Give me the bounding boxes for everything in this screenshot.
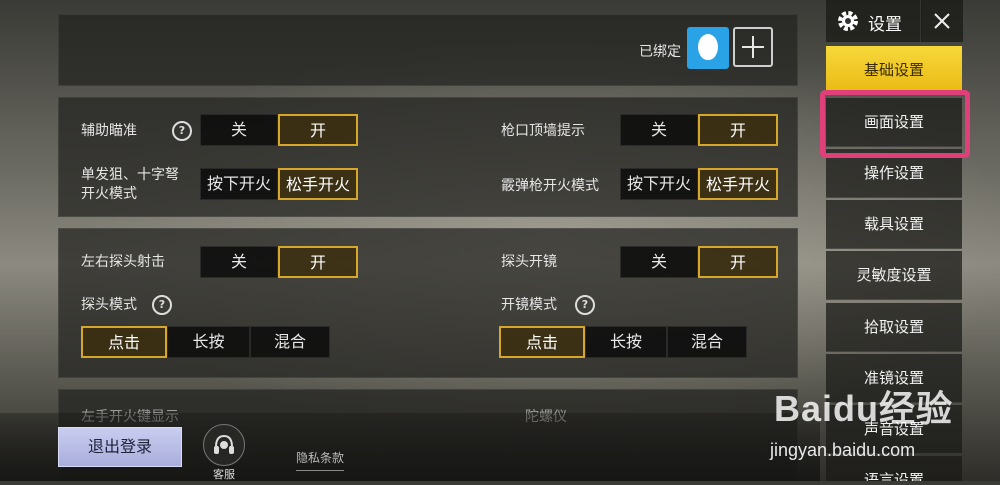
fire-settings-panel: 辅助瞄准 ? 关 开 枪口顶墙提示 关 开 单发狙、十字弩 开火模式 按下开火 … — [58, 97, 798, 217]
peek-shoot-label: 左右探头射击 — [81, 254, 165, 270]
sidebar-item-label: 拾取设置 — [863, 318, 924, 336]
shotgun-release-fire-option[interactable]: 松手开火 — [698, 168, 778, 200]
peek-scope-label: 探头开镜 — [501, 254, 557, 270]
sidebar-item-scope[interactable]: 准镜设置 — [826, 354, 962, 403]
sniper-fire-label-line2: 开火模式 — [81, 186, 137, 202]
peek-mode-hold-option[interactable]: 长按 — [167, 326, 250, 358]
plus-icon — [742, 36, 764, 58]
assist-aim-label: 辅助瞄准 — [81, 123, 137, 139]
logout-button[interactable]: 退出登录 — [58, 427, 182, 467]
privacy-link[interactable]: 隐私条款 — [296, 449, 345, 471]
wall-hint-label: 枪口顶墙提示 — [501, 123, 585, 139]
assist-aim-off-option[interactable]: 关 — [200, 114, 278, 146]
sniper-fire-toggle: 按下开火 松手开火 — [200, 168, 358, 200]
peek-mode-help-icon[interactable]: ? — [152, 295, 172, 315]
sidebar-item-sound[interactable]: 声音设置 — [826, 405, 962, 454]
sidebar-item-label: 准镜设置 — [863, 369, 924, 387]
peek-shoot-toggle: 关 开 — [200, 246, 358, 278]
sidebar-item-vehicle[interactable]: 载具设置 — [826, 200, 962, 249]
peek-settings-panel: 左右探头射击 关 开 探头开镜 关 开 探头模式 ? 点击 长按 混合 开镜模式… — [58, 228, 798, 378]
shotgun-fire-toggle: 按下开火 松手开火 — [620, 168, 778, 200]
wall-hint-on-option[interactable]: 开 — [698, 114, 778, 146]
peek-scope-on-option[interactable]: 开 — [698, 246, 778, 278]
wall-hint-off-option[interactable]: 关 — [620, 114, 698, 146]
scope-mode-mixed-option[interactable]: 混合 — [667, 326, 747, 358]
sidebar-item-label: 语言设置 — [863, 471, 924, 482]
shotgun-fire-label: 霰弹枪开火模式 — [501, 178, 599, 194]
highlight-annotation-box — [820, 90, 970, 158]
sidebar-item-label: 灵敏度设置 — [856, 266, 932, 284]
account-panel: 已绑定 — [58, 14, 798, 86]
sidebar-item-language[interactable]: 语言设置 — [826, 456, 962, 482]
sniper-press-fire-option[interactable]: 按下开火 — [200, 168, 278, 200]
logout-label: 退出登录 — [87, 437, 152, 456]
sidebar-item-label: 基础设置 — [863, 61, 924, 79]
bound-status-label: 已绑定 — [639, 44, 681, 60]
shotgun-press-fire-option[interactable]: 按下开火 — [620, 168, 698, 200]
sidebar-item-label: 操作设置 — [863, 164, 924, 182]
sidebar-item-label: 载具设置 — [863, 215, 924, 233]
gear-icon — [838, 11, 858, 31]
sidebar-item-label: 声音设置 — [863, 420, 924, 438]
peek-shoot-on-option[interactable]: 开 — [278, 246, 358, 278]
peek-mode-mixed-option[interactable]: 混合 — [250, 326, 330, 358]
assist-aim-on-option[interactable]: 开 — [278, 114, 358, 146]
customer-service-button[interactable]: 客服 — [200, 424, 248, 481]
sniper-release-fire-option[interactable]: 松手开火 — [278, 168, 358, 200]
assist-aim-toggle: 关 开 — [200, 114, 358, 146]
qq-avatar-icon[interactable] — [687, 27, 729, 69]
headset-icon — [203, 424, 245, 466]
scope-mode-tap-option[interactable]: 点击 — [499, 326, 585, 358]
close-icon — [934, 13, 950, 29]
sniper-fire-label-line1: 单发狙、十字弩 — [81, 167, 179, 183]
assist-aim-help-icon[interactable]: ? — [172, 121, 192, 141]
scope-mode-selector: 点击 长按 混合 — [499, 326, 747, 358]
scope-mode-hold-option[interactable]: 长按 — [585, 326, 667, 358]
settings-header: 设置 — [826, 0, 922, 42]
peek-scope-toggle: 关 开 — [620, 246, 778, 278]
sidebar-item-basic[interactable]: 基础设置 — [826, 46, 962, 95]
add-account-button[interactable] — [733, 27, 773, 67]
settings-title: 设置 — [868, 15, 902, 35]
scope-mode-label: 开镜模式 — [501, 297, 557, 313]
scope-mode-help-icon[interactable]: ? — [575, 295, 595, 315]
close-button[interactable] — [920, 0, 963, 42]
peek-mode-label: 探头模式 — [81, 297, 137, 313]
sidebar-item-pickup[interactable]: 拾取设置 — [826, 303, 962, 352]
service-label: 客服 — [213, 468, 235, 481]
peek-mode-tap-option[interactable]: 点击 — [81, 326, 167, 358]
peek-mode-selector: 点击 长按 混合 — [81, 326, 330, 358]
peek-shoot-off-option[interactable]: 关 — [200, 246, 278, 278]
wall-hint-toggle: 关 开 — [620, 114, 778, 146]
peek-scope-off-option[interactable]: 关 — [620, 246, 698, 278]
sidebar-item-sensitivity[interactable]: 灵敏度设置 — [826, 251, 962, 300]
